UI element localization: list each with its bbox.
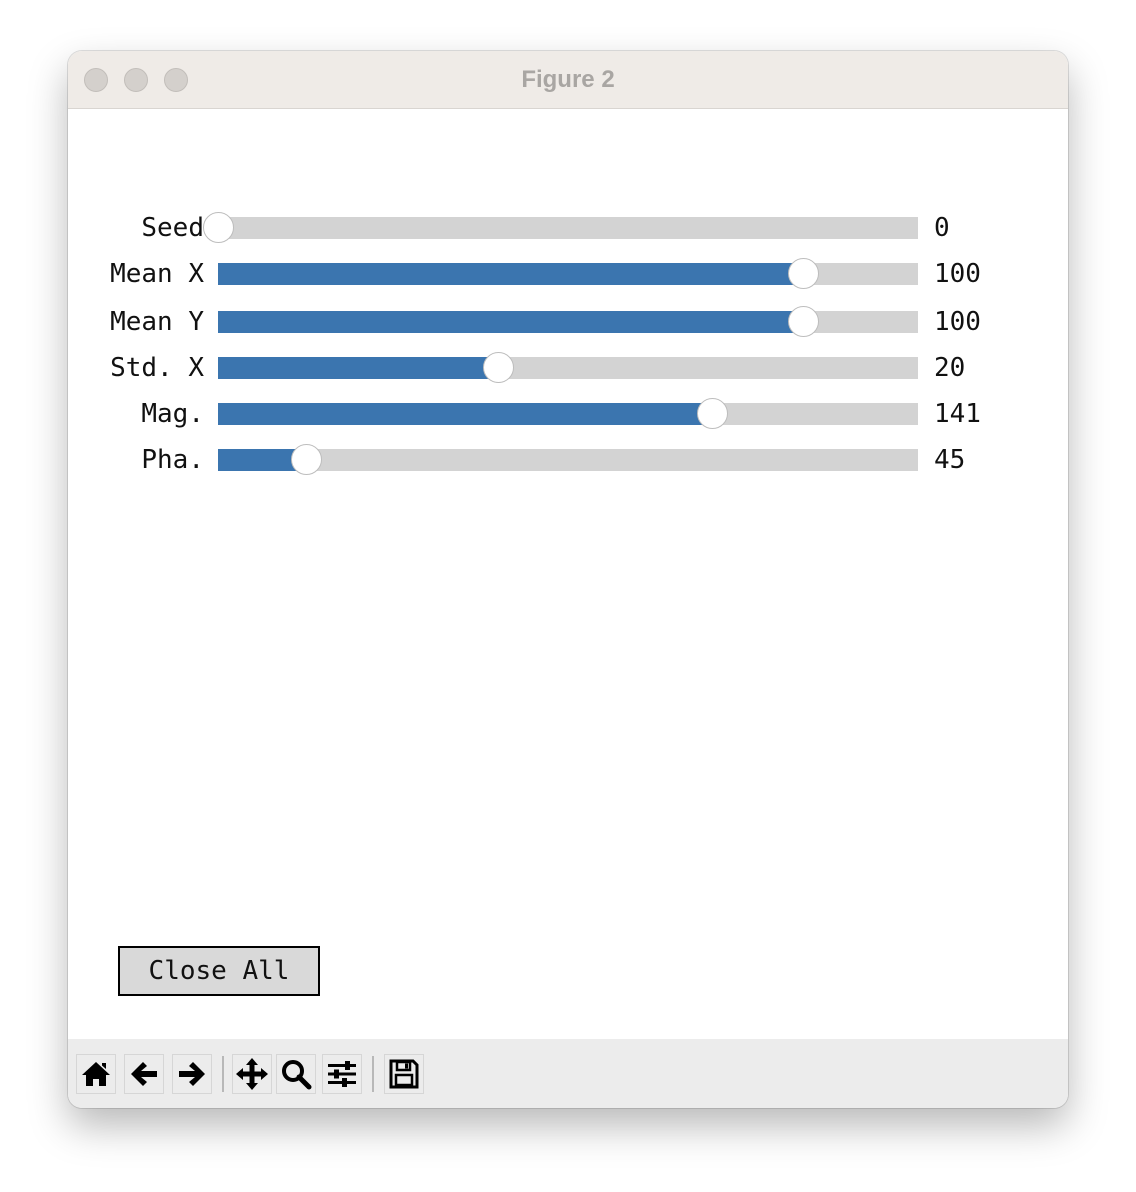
slider-row-mean-x: Mean X 100 — [68, 254, 1068, 294]
slider-value: 141 — [934, 399, 981, 429]
slider-row-pha: Pha. 45 — [68, 440, 1068, 480]
slider-value: 20 — [934, 353, 966, 383]
figure-window: Figure 2 Seed 0 Mean X 100 Mean Y 100 St… — [68, 51, 1068, 1108]
slider-label: Pha. — [141, 445, 204, 475]
configure-subplots-button[interactable] — [322, 1054, 362, 1094]
slider-value: 100 — [934, 307, 981, 337]
slider-label: Mean X — [110, 259, 204, 289]
window-title: Figure 2 — [521, 66, 615, 93]
zoom-icon — [282, 1060, 312, 1090]
slider-track-mag[interactable] — [218, 398, 918, 429]
forward-arrow-icon — [179, 1062, 205, 1086]
slider-fill — [218, 311, 803, 333]
home-button[interactable] — [76, 1054, 116, 1094]
slider-handle-pha[interactable] — [290, 444, 322, 475]
save-button[interactable] — [384, 1054, 424, 1094]
forward-button[interactable] — [172, 1054, 212, 1094]
back-arrow-icon — [131, 1062, 157, 1086]
slider-handle-mean-y[interactable] — [787, 306, 819, 337]
save-icon — [389, 1059, 419, 1089]
slider-fill — [218, 403, 712, 425]
slider-label: Seed — [141, 213, 204, 243]
back-button[interactable] — [124, 1054, 164, 1094]
slider-value: 45 — [934, 445, 966, 475]
toolbar-separator — [372, 1056, 374, 1092]
slider-row-mag: Mag. 141 — [68, 394, 1068, 434]
slider-fill — [218, 263, 803, 285]
slider-track-pha[interactable] — [218, 444, 918, 475]
slider-handle-seed[interactable] — [203, 212, 234, 243]
zoom-button[interactable] — [276, 1054, 316, 1094]
slider-row-seed: Seed 0 — [68, 208, 1068, 248]
pan-button[interactable] — [232, 1054, 272, 1094]
slider-track-std-x[interactable] — [218, 352, 918, 383]
slider-track-seed[interactable] — [203, 212, 918, 243]
navigation-toolbar — [68, 1039, 1068, 1108]
figure-canvas: Seed 0 Mean X 100 Mean Y 100 Std. X 20 M… — [68, 109, 1068, 1039]
slider-handle-std-x[interactable] — [483, 352, 514, 383]
slider-track-mean-x[interactable] — [218, 258, 918, 289]
slider-fill — [218, 357, 498, 379]
slider-handle-mean-x[interactable] — [787, 258, 819, 289]
slider-label: Std. X — [110, 353, 204, 383]
subplots-config-icon — [328, 1061, 356, 1087]
slider-label: Mag. — [141, 399, 204, 429]
slider-row-std-x: Std. X 20 — [68, 348, 1068, 388]
pan-icon — [236, 1058, 268, 1090]
home-icon — [82, 1062, 110, 1086]
slider-value: 100 — [934, 259, 981, 289]
slider-track-mean-y[interactable] — [218, 306, 918, 337]
slider-value: 0 — [934, 213, 950, 243]
close-all-button[interactable]: Close All — [118, 946, 320, 996]
slider-row-mean-y: Mean Y 100 — [68, 302, 1068, 342]
title-bar: Figure 2 — [68, 51, 1068, 109]
toolbar-separator — [222, 1056, 224, 1092]
slider-handle-mag[interactable] — [696, 398, 728, 429]
slider-label: Mean Y — [110, 307, 204, 337]
